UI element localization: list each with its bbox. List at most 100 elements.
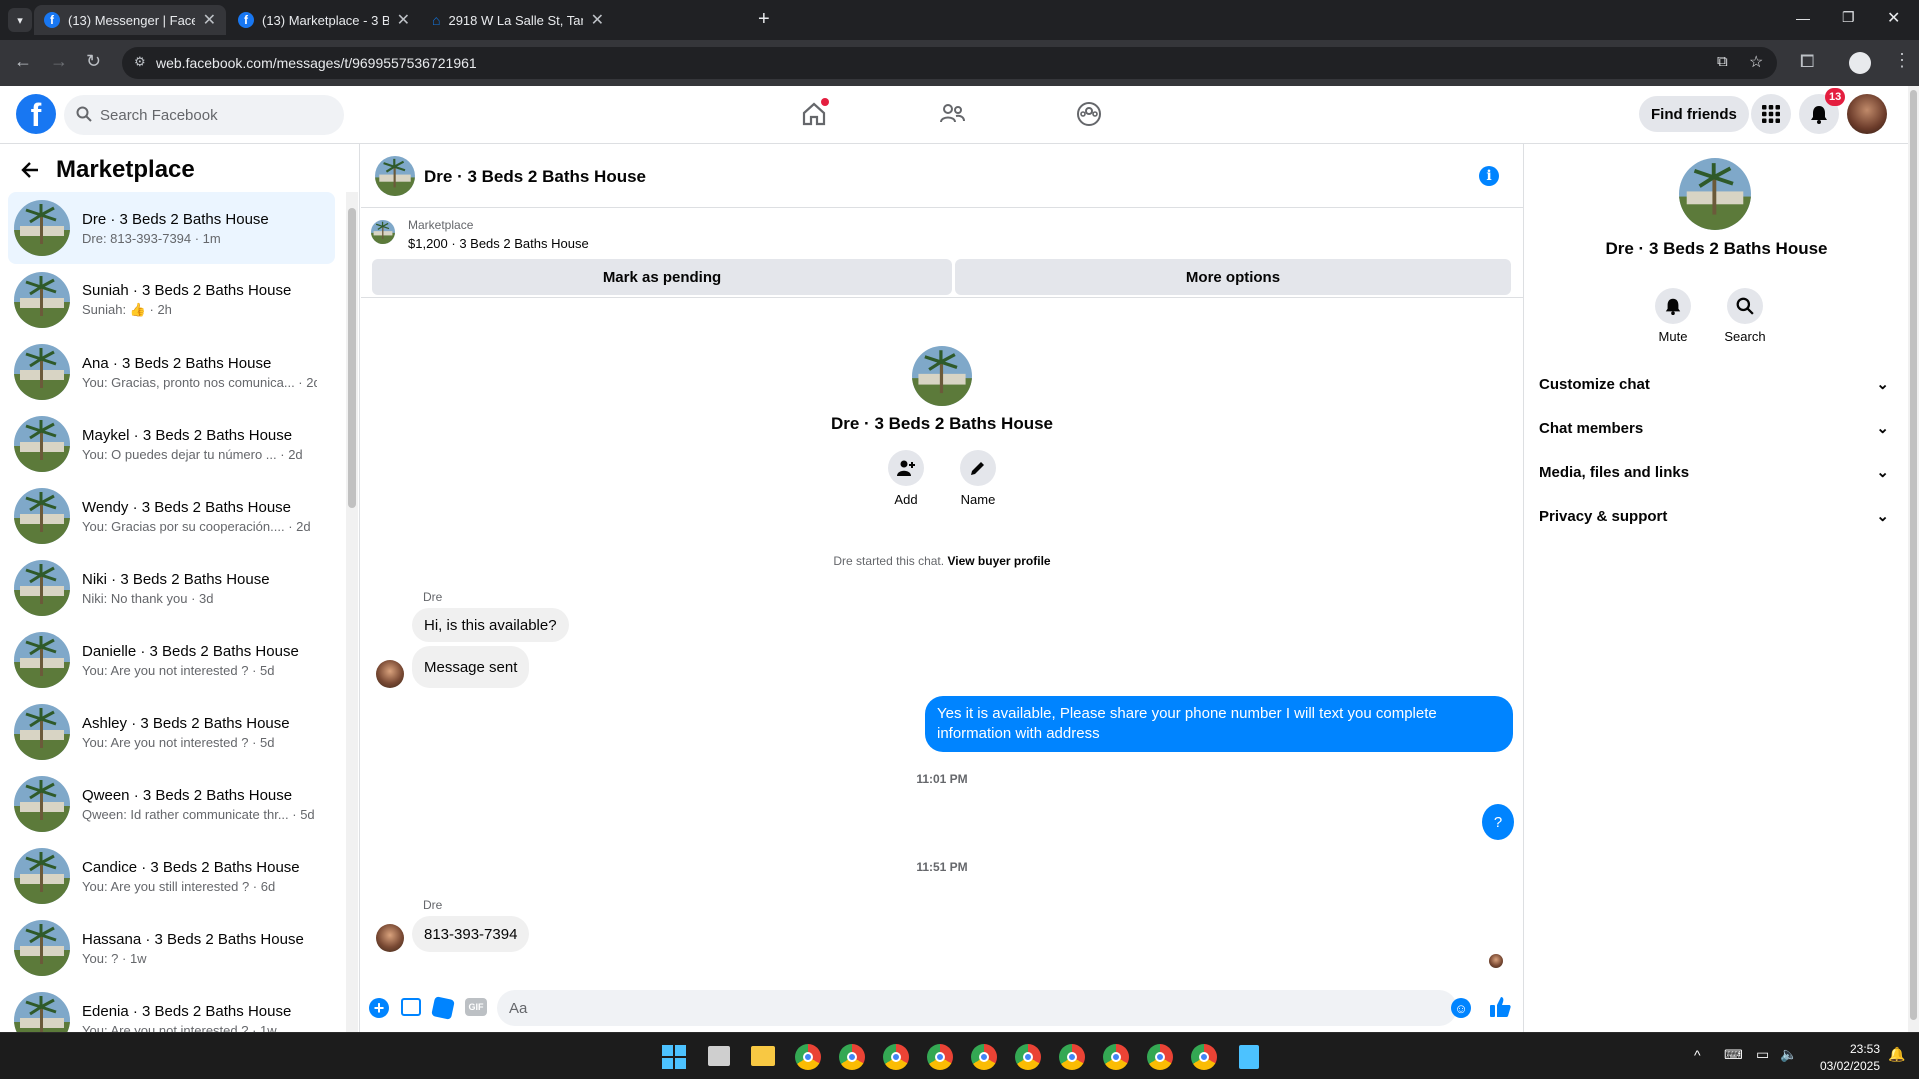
profile-icon[interactable]	[1849, 52, 1871, 74]
notification-bell-icon[interactable]: 🔔	[1888, 1046, 1905, 1063]
task-view-icon[interactable]	[708, 1046, 730, 1066]
sender-avatar[interactable]	[376, 924, 404, 952]
notepad-icon[interactable]	[1239, 1045, 1259, 1069]
conversation-item[interactable]: Maykel · 3 Beds 2 Baths House You: O pued…	[8, 408, 335, 480]
close-tab-icon[interactable]: ✕	[397, 10, 410, 30]
conversation-scrollbar[interactable]	[346, 192, 358, 1032]
find-friends-button[interactable]: Find friends	[1639, 96, 1749, 132]
search-conversation-button[interactable]	[1727, 288, 1763, 324]
volume-icon[interactable]: 🔈	[1780, 1046, 1797, 1063]
account-avatar[interactable]	[1847, 94, 1887, 134]
conversation-item[interactable]: Suniah · 3 Beds 2 Baths House Suniah: 👍 ·…	[8, 264, 335, 336]
conversation-item[interactable]: Ana · 3 Beds 2 Baths House You: Gracias, …	[8, 336, 335, 408]
chrome-taskbar-icon[interactable]	[1191, 1044, 1217, 1070]
clock-date[interactable]: 03/02/2025	[1800, 1059, 1880, 1073]
chrome-taskbar-icon[interactable]	[1103, 1044, 1129, 1070]
new-tab-icon[interactable]: +	[758, 8, 770, 31]
bookmark-star-icon[interactable]: ☆	[1749, 52, 1763, 72]
message-bubble[interactable]: Hi, is this available?	[412, 608, 569, 642]
tab-listing[interactable]: ⌂ 2918 W La Salle St, Tampa, FL 3 ✕	[422, 5, 614, 35]
conversation-item[interactable]: Candice · 3 Beds 2 Baths House You: Are y…	[8, 840, 335, 912]
chrome-taskbar-icon[interactable]	[927, 1044, 953, 1070]
show-hidden-icons-chevron-icon[interactable]: ^	[1694, 1047, 1701, 1063]
chat-members-section[interactable]: Chat members ⌄	[1539, 410, 1889, 446]
close-tab-icon[interactable]: ✕	[203, 10, 216, 30]
forward-icon[interactable]: →	[50, 51, 68, 72]
minimize-icon[interactable]: —	[1796, 10, 1810, 26]
restore-icon[interactable]: ❐	[1842, 9, 1855, 26]
scrollbar-thumb[interactable]	[348, 208, 356, 508]
privacy-support-section[interactable]: Privacy & support ⌄	[1539, 498, 1889, 534]
chat-avatar[interactable]	[375, 156, 415, 196]
windows-start-icon[interactable]	[662, 1045, 686, 1069]
conversation-item[interactable]: Ashley · 3 Beds 2 Baths House You: Are yo…	[8, 696, 335, 768]
conversation-item[interactable]: Edenia · 3 Beds 2 Baths House You: Are yo…	[8, 984, 335, 1032]
gif-icon[interactable]: GIF	[465, 998, 487, 1016]
friends-icon[interactable]	[938, 100, 966, 128]
network-icon[interactable]: ▭	[1756, 1046, 1769, 1063]
chrome-taskbar-icon[interactable]	[1059, 1044, 1085, 1070]
conversation-item[interactable]: Danielle · 3 Beds 2 Baths House You: Are …	[8, 624, 335, 696]
facebook-logo-icon[interactable]: f	[16, 94, 56, 134]
tab-search-button[interactable]: ▾	[8, 8, 32, 32]
search-input[interactable]: Search Facebook	[64, 95, 344, 135]
file-explorer-icon[interactable]	[751, 1046, 775, 1066]
chrome-taskbar-icon[interactable]	[971, 1044, 997, 1070]
chrome-taskbar-icon[interactable]	[795, 1044, 821, 1070]
clock-time[interactable]: 23:53	[1800, 1042, 1880, 1056]
chrome-taskbar-icon[interactable]	[839, 1044, 865, 1070]
media-files-links-section[interactable]: Media, files and links ⌄	[1539, 454, 1889, 490]
conversation-item[interactable]: Hassana · 3 Beds 2 Baths House You: ? · 1…	[8, 912, 335, 984]
intro-avatar[interactable]	[912, 346, 972, 406]
tab-messenger[interactable]: f (13) Messenger | Facebook ✕	[34, 5, 226, 35]
chrome-taskbar-icon[interactable]	[883, 1044, 909, 1070]
my-message-bubble[interactable]: Yes it is available, Please share your p…	[925, 696, 1513, 752]
message-bubble[interactable]: Message sent	[412, 646, 530, 688]
edit-name-button[interactable]	[960, 450, 996, 486]
sticker-icon[interactable]	[431, 996, 455, 1020]
back-icon[interactable]: ←	[14, 51, 32, 72]
listing-thumbnail[interactable]	[371, 220, 395, 244]
emoji-icon[interactable]: ☺	[1451, 998, 1471, 1018]
close-window-icon[interactable]: ✕	[1887, 8, 1900, 28]
extensions-icon[interactable]: ⧠	[1800, 51, 1814, 72]
chat-title[interactable]: Dre · 3 Beds 2 Baths House	[424, 167, 646, 187]
page-scrollbar[interactable]	[1908, 86, 1919, 1032]
address-bar[interactable]: ⚙ web.facebook.com/messages/t/9699557536…	[122, 47, 1777, 79]
info-icon[interactable]: i	[1479, 166, 1499, 186]
groups-icon[interactable]	[1075, 100, 1103, 128]
more-options-button[interactable]: More options	[955, 259, 1511, 295]
install-app-icon[interactable]: ⧉	[1717, 53, 1728, 70]
menu-button[interactable]	[1751, 94, 1791, 134]
message-input[interactable]: Aa	[497, 990, 1457, 1026]
photo-icon[interactable]	[401, 998, 421, 1016]
customize-chat-section[interactable]: Customize chat ⌄	[1539, 366, 1889, 402]
message-bubble[interactable]: 813-393-7394	[412, 916, 530, 952]
reload-icon[interactable]: ↻	[86, 51, 101, 72]
chrome-taskbar-icon[interactable]	[1147, 1044, 1173, 1070]
conversation-item[interactable]: Wendy · 3 Beds 2 Baths House You: Gracias…	[8, 480, 335, 552]
site-info-icon[interactable]: ⚙	[134, 54, 146, 70]
conversation-item[interactable]: Qween · 3 Beds 2 Baths House Qween: Id ra…	[8, 768, 335, 840]
conversation-item[interactable]: Dre · 3 Beds 2 Baths House Dre: 813-393-7…	[8, 192, 335, 264]
mute-button[interactable]	[1655, 288, 1691, 324]
listing-detail[interactable]: $1,200 · 3 Beds 2 Baths House	[408, 236, 589, 251]
notifications-button[interactable]: 13	[1799, 88, 1846, 134]
add-person-button[interactable]	[888, 450, 924, 486]
thumbs-up-icon[interactable]	[1489, 996, 1511, 1018]
view-buyer-profile-link[interactable]: View buyer profile	[947, 554, 1050, 568]
tab-marketplace[interactable]: f (13) Marketplace - 3 Beds 2 Bat ✕	[228, 5, 420, 35]
conversation-item[interactable]: Niki · 3 Beds 2 Baths House Niki: No than…	[8, 552, 335, 624]
close-tab-icon[interactable]: ✕	[591, 10, 604, 30]
keyboard-icon[interactable]: ⌨	[1724, 1047, 1743, 1063]
chrome-taskbar-icon[interactable]	[1015, 1044, 1041, 1070]
back-arrow-icon[interactable]	[20, 160, 40, 180]
my-message-bubble[interactable]: ?	[1482, 804, 1514, 840]
sender-avatar[interactable]	[376, 660, 404, 688]
details-avatar[interactable]	[1679, 158, 1751, 230]
page-scrollbar-thumb[interactable]	[1910, 90, 1917, 1020]
browser-menu-icon[interactable]: ⋮	[1893, 50, 1911, 71]
mark-as-pending-button[interactable]: Mark as pending	[372, 259, 952, 295]
home-icon[interactable]	[800, 98, 829, 128]
plus-icon[interactable]: +	[369, 998, 389, 1018]
